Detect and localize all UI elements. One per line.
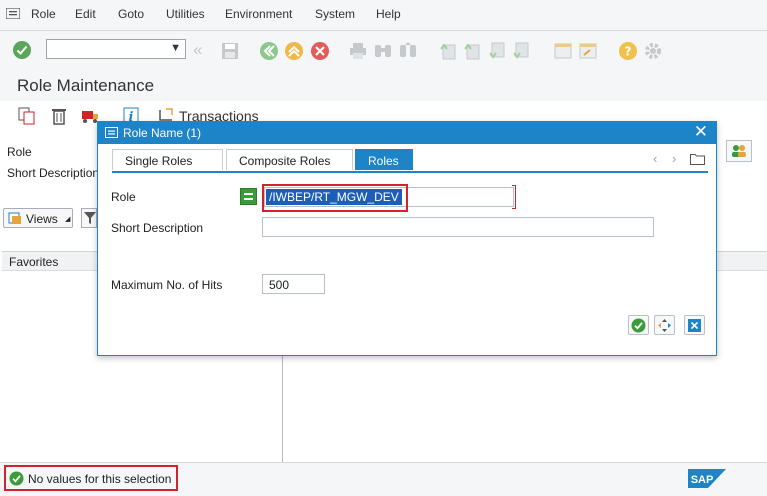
menu-bar: Role Edit Goto Utilities Environment Sys…: [0, 0, 767, 31]
max-hits-label: Maximum No. of Hits: [111, 278, 223, 292]
selection-option-button[interactable]: [240, 188, 257, 205]
gear-icon[interactable]: [643, 41, 663, 61]
menu-utilities[interactable]: Utilities: [166, 7, 205, 21]
tab-single-roles[interactable]: Single Roles: [112, 149, 223, 170]
filter-icon: [84, 212, 96, 224]
dialog-title: Role Name (1): [123, 126, 202, 140]
dialog-short-description-label: Short Description: [111, 221, 204, 235]
multiple-selection-button[interactable]: [654, 315, 675, 335]
page-title: Role Maintenance: [17, 76, 155, 95]
menu-help[interactable]: Help: [376, 7, 401, 21]
status-bar: No values for this selection SAP: [0, 462, 767, 496]
print-icon: [350, 43, 366, 59]
menu-environment[interactable]: Environment: [225, 7, 292, 21]
dialog-titlebar[interactable]: Role Name (1) ✕: [98, 122, 716, 144]
menu-goto[interactable]: Goto: [118, 7, 144, 21]
back-icon[interactable]: [259, 41, 279, 61]
equals-icon: [244, 193, 253, 200]
sap-logo: SAP: [688, 469, 726, 488]
dropdown-arrow-icon: ◢: [65, 216, 71, 223]
new-session-icon: [554, 43, 572, 59]
find-icon: [375, 45, 391, 57]
multiple-selection-icon: [658, 319, 671, 332]
confirm-button[interactable]: [628, 315, 649, 335]
role-name-dialog: Role Name (1) ✕ Single Roles Composite R…: [97, 121, 717, 356]
dialog-role-label: Role: [111, 190, 136, 204]
last-page-icon: [513, 42, 529, 59]
role-input-highlight: [262, 184, 408, 212]
role-label: Role: [7, 145, 32, 159]
window-icon: [105, 127, 118, 138]
sap-menu-icon[interactable]: [6, 8, 20, 19]
delete-icon[interactable]: [49, 106, 69, 126]
cancel-button[interactable]: [684, 315, 705, 335]
tab-composite-roles[interactable]: Composite Roles: [226, 149, 353, 170]
tab-label: Single Roles: [125, 154, 193, 168]
tab-strip: Single Roles Composite Roles Roles ‹ ›: [112, 149, 708, 173]
required-field-marker: [512, 185, 516, 209]
success-icon: [9, 471, 24, 486]
users-icon: [732, 145, 746, 157]
menu-role[interactable]: Role: [31, 7, 56, 21]
status-text: No values for this selection: [28, 472, 172, 486]
find-next-icon: [400, 42, 416, 57]
chevron-left-icon[interactable]: ‹: [653, 151, 657, 166]
menu-system[interactable]: System: [315, 7, 355, 21]
favorites-label: Favorites: [9, 255, 59, 269]
title-bar: Role Maintenance: [0, 71, 767, 101]
check-icon[interactable]: [12, 40, 32, 60]
shortcut-icon: [579, 43, 597, 59]
menu-edit[interactable]: Edit: [75, 7, 96, 21]
cancel-icon: [688, 319, 701, 332]
exit-icon[interactable]: [284, 41, 304, 61]
help-icon[interactable]: ?: [618, 41, 638, 61]
next-page-icon: [489, 42, 505, 59]
short-description-input[interactable]: [262, 217, 654, 237]
cancel-icon[interactable]: [310, 41, 330, 61]
filter-button[interactable]: [81, 208, 97, 228]
first-page-icon: [440, 43, 456, 60]
command-field[interactable]: ▼: [46, 39, 186, 59]
save-icon: [222, 43, 238, 59]
copy-icon[interactable]: [17, 106, 37, 126]
back-double-icon: «: [193, 40, 203, 59]
chevron-down-icon: ▼: [170, 42, 181, 54]
svg-text:SAP: SAP: [691, 474, 714, 486]
previous-page-icon: [464, 43, 480, 60]
max-hits-value: 500: [269, 278, 290, 292]
views-icon: [8, 212, 21, 224]
max-hits-input[interactable]: 500: [262, 274, 325, 294]
short-description-label: Short Description: [7, 166, 100, 180]
standard-toolbar: ▼ « ?: [0, 31, 767, 71]
svg-text:?: ?: [625, 45, 632, 59]
views-label: Views: [26, 212, 58, 226]
tab-label: Roles: [368, 154, 399, 168]
check-icon: [631, 318, 646, 333]
tab-roles[interactable]: Roles: [355, 149, 413, 170]
pane-splitter[interactable]: [282, 356, 283, 462]
views-button[interactable]: Views ◢: [3, 208, 73, 228]
close-icon[interactable]: ✕: [694, 123, 708, 141]
status-message[interactable]: No values for this selection: [4, 465, 178, 491]
user-assignment-button[interactable]: [726, 140, 752, 162]
tab-label: Composite Roles: [239, 154, 331, 168]
chevron-right-icon[interactable]: ›: [672, 151, 676, 166]
tab-list-icon[interactable]: [690, 152, 705, 165]
